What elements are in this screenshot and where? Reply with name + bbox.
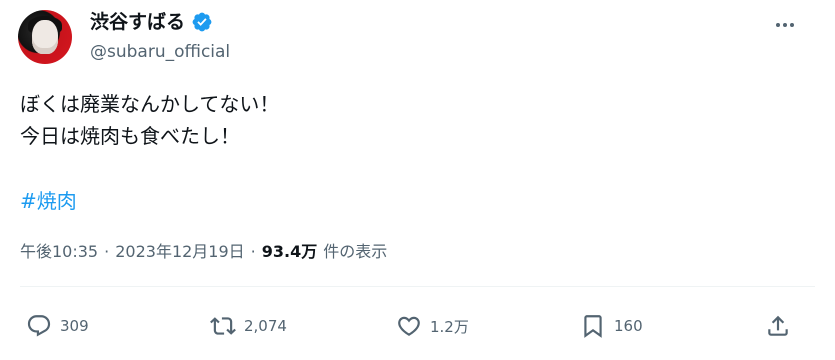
share-button[interactable]: [765, 308, 791, 344]
tweet-text: ぼくは廃業なんかしてない！ 今日は焼肉も食べたし！: [20, 88, 279, 152]
like-count: 1.2万: [430, 317, 469, 336]
verified-badge-icon: [191, 11, 213, 33]
hashtag-link[interactable]: #焼肉: [20, 187, 77, 215]
bookmark-icon: [584, 315, 602, 338]
meta-separator: ·: [104, 242, 110, 261]
retweet-count: 2,074: [244, 317, 287, 335]
avatar[interactable]: [18, 10, 72, 64]
reply-button[interactable]: 309: [26, 308, 89, 344]
heart-icon: [398, 316, 420, 336]
avatar-face: [32, 20, 58, 54]
reply-icon: [27, 315, 51, 337]
tweet-time[interactable]: 午後10:35: [20, 240, 98, 264]
tweet-text-line: 今日は焼肉も食べたし！: [20, 124, 240, 148]
share-icon: [768, 315, 788, 336]
author-display-name[interactable]: 渋谷すばる: [90, 10, 185, 34]
author-name-row: 渋谷すばる: [90, 10, 213, 34]
tweet-meta: 午後10:35 · 2023年12月19日 · 93.4万 件の表示: [20, 240, 387, 264]
more-options-icon[interactable]: [770, 14, 800, 36]
author-handle[interactable]: @subaru_official: [90, 40, 230, 64]
views-count[interactable]: 93.4万: [262, 240, 317, 264]
tweet: 渋谷すばる @subaru_official ぼくは廃業なんかしてない！ 今日は…: [0, 0, 835, 360]
tweet-text-line: ぼくは廃業なんかしてない！: [20, 92, 280, 116]
reply-count: 309: [60, 317, 89, 335]
views-label[interactable]: 件の表示: [323, 240, 387, 264]
bookmark-count: 160: [614, 317, 643, 335]
action-bar: 309 2,074 1.2万 160: [0, 308, 835, 344]
retweet-icon: [210, 317, 236, 335]
divider: [20, 286, 815, 287]
bookmark-button[interactable]: 160: [580, 308, 643, 344]
tweet-date[interactable]: 2023年12月19日: [115, 240, 244, 264]
meta-separator: ·: [250, 242, 256, 261]
like-button[interactable]: 1.2万: [396, 308, 469, 344]
retweet-button[interactable]: 2,074: [210, 308, 287, 344]
